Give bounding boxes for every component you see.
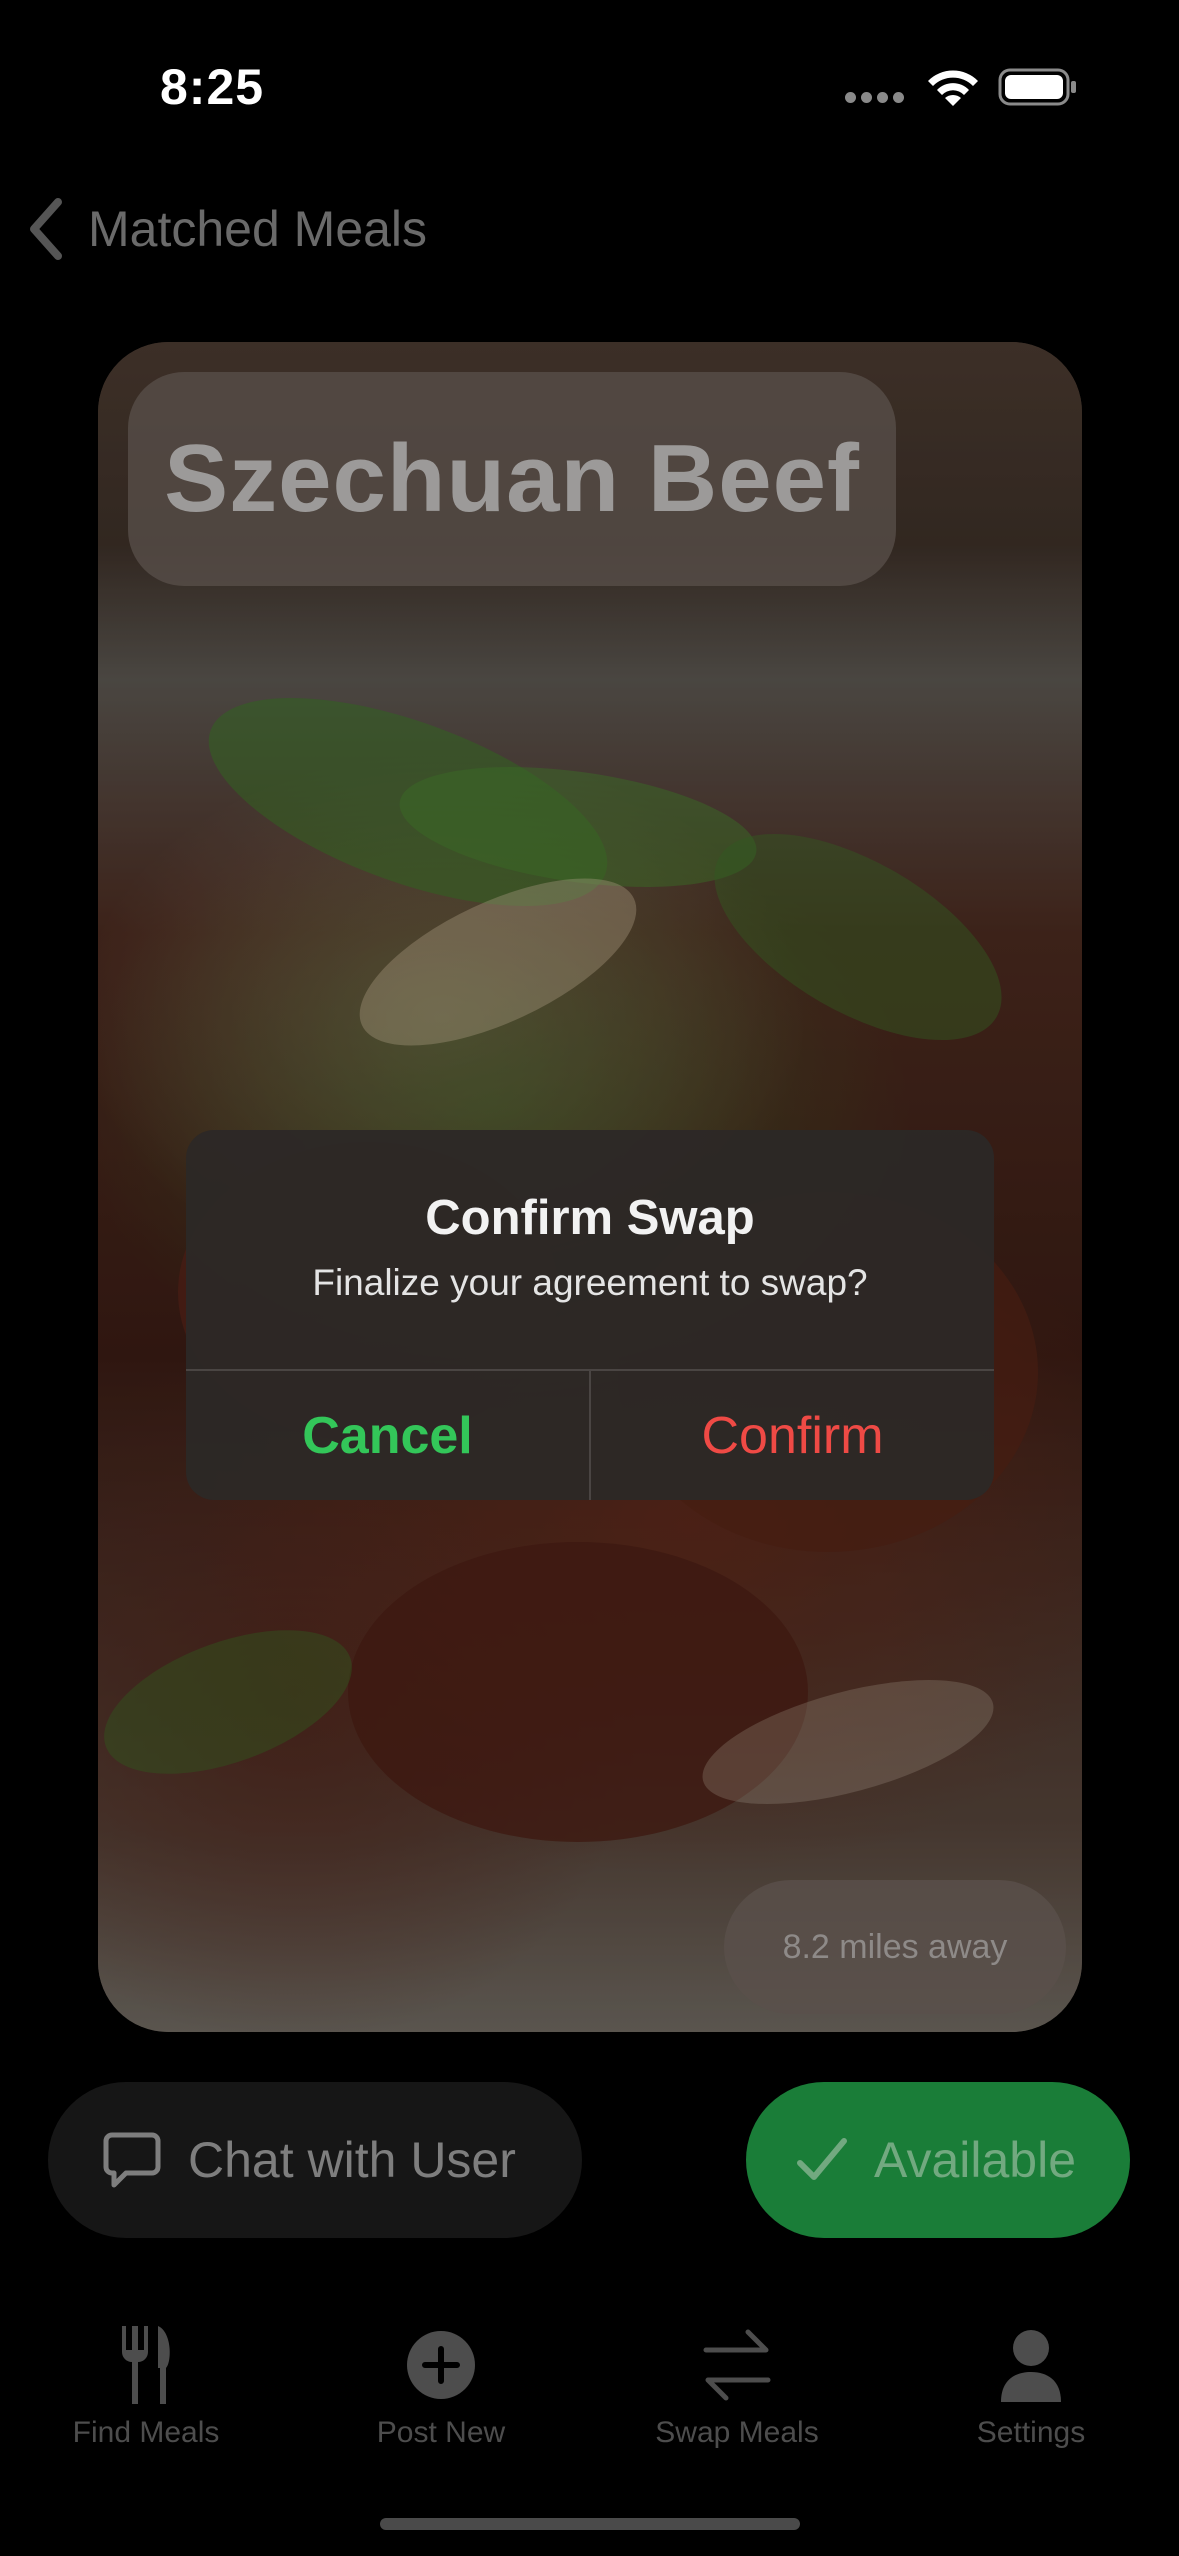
cellular-signal-icon [845, 92, 905, 106]
meal-title-badge: Szechuan Beef [128, 372, 896, 586]
confirm-button[interactable]: Confirm [591, 1371, 994, 1500]
fork-knife-icon [122, 2326, 170, 2404]
distance-badge: 8.2 miles away [724, 1880, 1066, 2014]
available-button[interactable]: Available [746, 2082, 1130, 2238]
tab-swap-meals[interactable]: Swap Meals [612, 2322, 862, 2452]
back-button-label[interactable]: Matched Meals [88, 200, 427, 258]
battery-icon [998, 68, 1076, 106]
tab-label: Swap Meals [655, 2416, 819, 2449]
tab-settings[interactable]: Settings [906, 2322, 1156, 2452]
person-icon [1001, 2330, 1061, 2402]
tab-label: Find Meals [72, 2416, 220, 2449]
tab-label: Post New [376, 2416, 506, 2449]
confirm-swap-alert: Confirm Swap Finalize your agreement to … [186, 1130, 994, 1500]
cancel-button[interactable]: Cancel [186, 1371, 589, 1500]
home-indicator[interactable] [380, 2518, 800, 2530]
chat-with-user-button[interactable]: Chat with User [48, 2082, 582, 2238]
chevron-left-icon[interactable] [22, 194, 68, 264]
plus-circle-icon [407, 2331, 475, 2399]
wifi-icon [928, 70, 978, 106]
alert-message: Finalize your agreement to swap? [312, 1262, 868, 1303]
chat-bubble-icon [103, 2132, 161, 2188]
swap-arrows-icon [703, 2329, 771, 2401]
alert-title: Confirm Swap [425, 1191, 755, 1245]
tab-find-meals[interactable]: Find Meals [21, 2322, 271, 2452]
tab-label: Settings [976, 2416, 1086, 2449]
chat-button-label: Chat with User [188, 2132, 516, 2188]
tab-post-new[interactable]: Post New [316, 2322, 566, 2452]
available-button-label: Available [874, 2132, 1077, 2188]
checkmark-icon [797, 2138, 847, 2180]
status-time: 8:25 [160, 59, 265, 115]
meal-title: Szechuan Beef [164, 425, 860, 532]
distance-text: 8.2 miles away [782, 1927, 1008, 1966]
